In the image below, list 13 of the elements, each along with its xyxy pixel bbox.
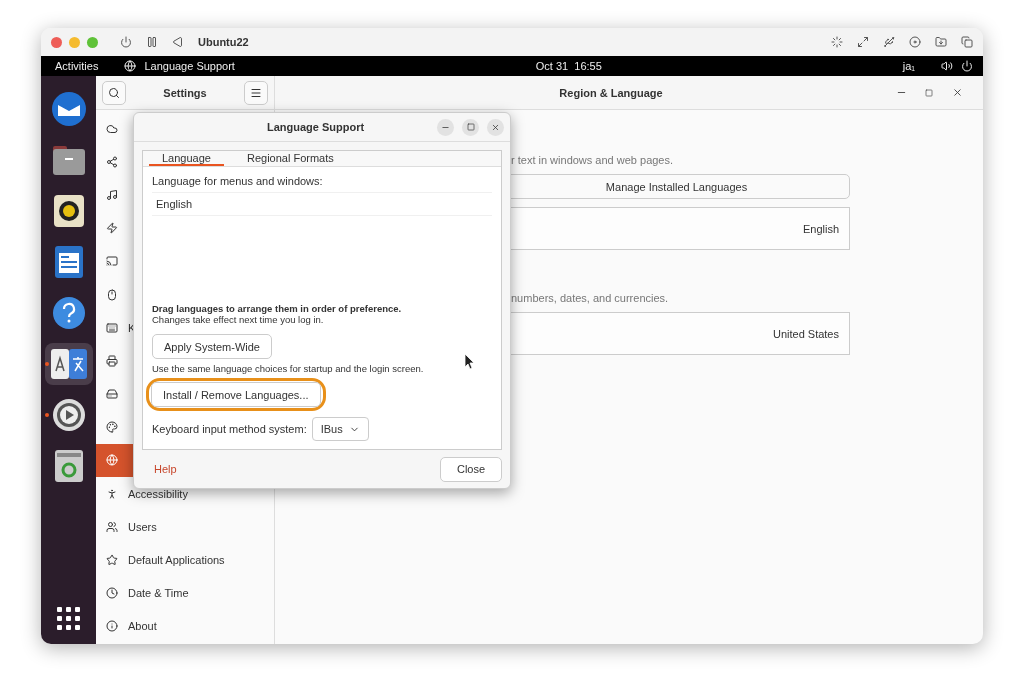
sidebar-title: Settings — [162, 86, 208, 99]
apply-note: Use the same language choices for startup and the login screen. — [152, 363, 425, 374]
language-value: English — [802, 222, 839, 235]
formats-value: United States — [772, 327, 839, 340]
panel-title: Region & Language — [558, 86, 664, 99]
formats-hint: numbers, dates, and currencies. — [510, 292, 670, 304]
menus-label: Language for menus and windows: — [152, 175, 324, 187]
language-hint: r text in windows and web pages. — [510, 154, 675, 166]
input-method-label: Keyboard input method system: — [152, 423, 307, 435]
vm-title: Ubuntu22 — [198, 36, 249, 48]
dialog-title: Language Support — [265, 121, 366, 133]
drag-note: Changes take effect next time you log in. — [152, 314, 325, 325]
drag-hint: Drag languages to arrange them in order of preference. — [152, 303, 403, 314]
